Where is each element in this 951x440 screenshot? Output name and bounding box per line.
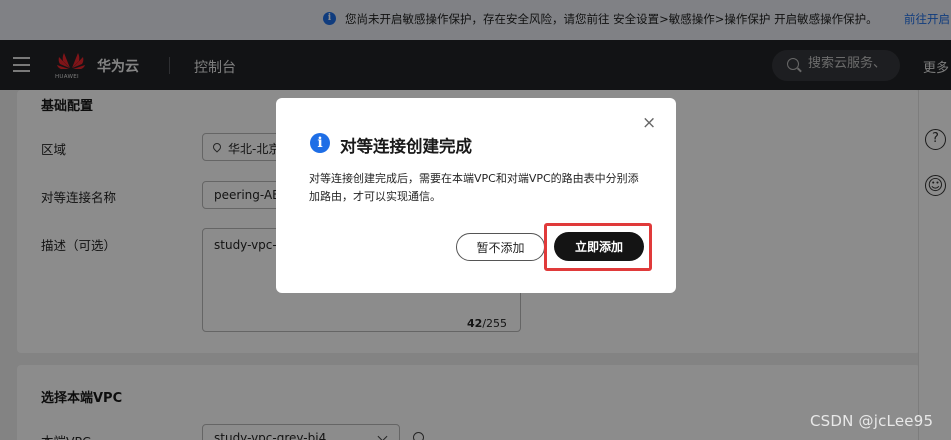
dialog-message: 对等连接创建完成后，需要在本端VPC和对端VPC的路由表中分别添加路由，才可以实…: [309, 172, 639, 203]
skip-add-button[interactable]: 暂不添加: [456, 233, 545, 261]
dialog-title: 对等连接创建完成: [340, 137, 472, 156]
watermark: CSDN @jcLee95: [810, 412, 934, 430]
close-icon[interactable]: ×: [642, 115, 656, 132]
info-icon: i: [310, 133, 330, 153]
annotation-highlight-box: [544, 223, 652, 271]
